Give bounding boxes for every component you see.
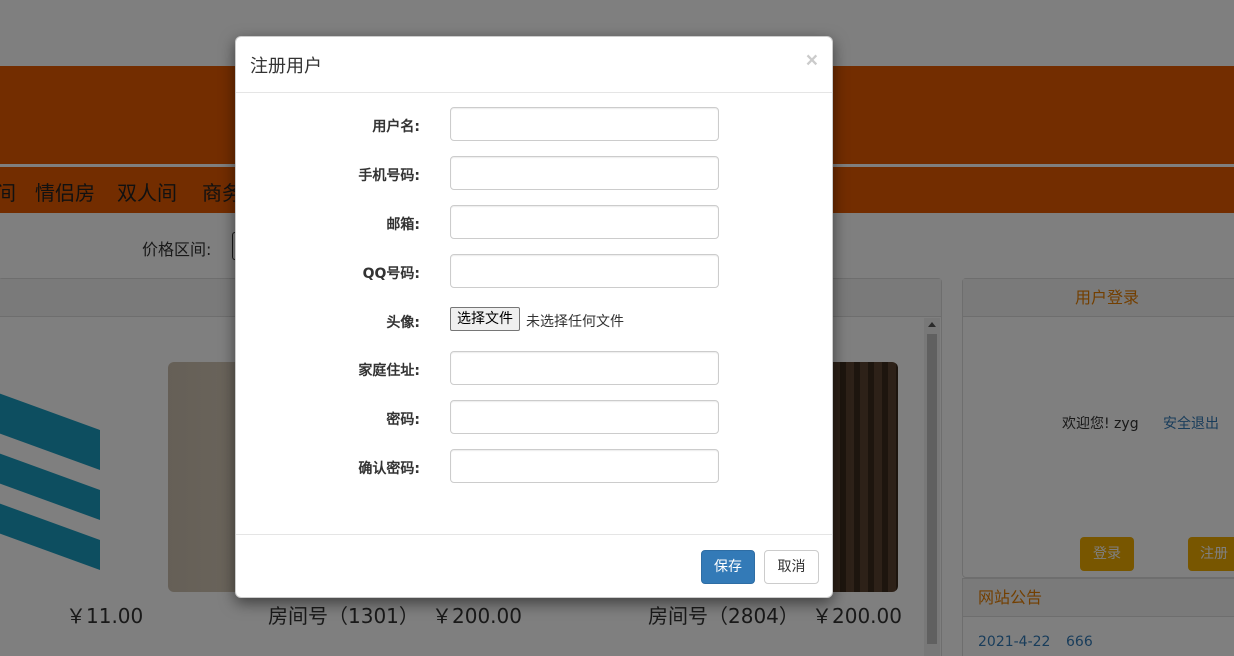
modal-title: 注册用户 — [250, 56, 322, 77]
email-label: 邮箱: — [386, 217, 420, 233]
register-user-modal: 注册用户 × 用户名: 手机号码: 邮箱: QQ号码: 头像: 选择文件 未选择… — [235, 36, 833, 598]
address-input[interactable] — [450, 351, 719, 385]
phone-input[interactable] — [450, 156, 719, 190]
form-row-qq: QQ号码: — [236, 254, 834, 288]
confirm-password-label: 确认密码: — [358, 461, 420, 477]
confirm-password-input[interactable] — [450, 449, 719, 483]
form-row-confirm-password: 确认密码: — [236, 449, 834, 483]
modal-footer: 保存 取消 — [236, 534, 832, 598]
password-input[interactable] — [450, 400, 719, 434]
form-row-address: 家庭住址: — [236, 351, 834, 385]
qq-input[interactable] — [450, 254, 719, 288]
choose-file-button[interactable]: 选择文件 — [450, 307, 520, 331]
phone-label: 手机号码: — [358, 168, 420, 184]
file-status-text: 未选择任何文件 — [526, 314, 624, 330]
form-row-email: 邮箱: — [236, 205, 834, 239]
form-row-username: 用户名: — [236, 107, 834, 141]
cancel-button[interactable]: 取消 — [764, 550, 819, 584]
close-icon[interactable]: × — [806, 49, 818, 73]
password-label: 密码: — [386, 412, 420, 428]
username-input[interactable] — [450, 107, 719, 141]
username-label: 用户名: — [372, 119, 420, 135]
form-row-avatar: 头像: 选择文件 未选择任何文件 — [236, 303, 834, 337]
form-row-password: 密码: — [236, 400, 834, 434]
avatar-label: 头像: — [386, 315, 420, 331]
form-row-phone: 手机号码: — [236, 156, 834, 190]
qq-label: QQ号码: — [362, 266, 420, 282]
address-label: 家庭住址: — [358, 363, 420, 379]
save-button[interactable]: 保存 — [701, 550, 755, 584]
modal-header: 注册用户 × — [236, 37, 832, 93]
email-input[interactable] — [450, 205, 719, 239]
